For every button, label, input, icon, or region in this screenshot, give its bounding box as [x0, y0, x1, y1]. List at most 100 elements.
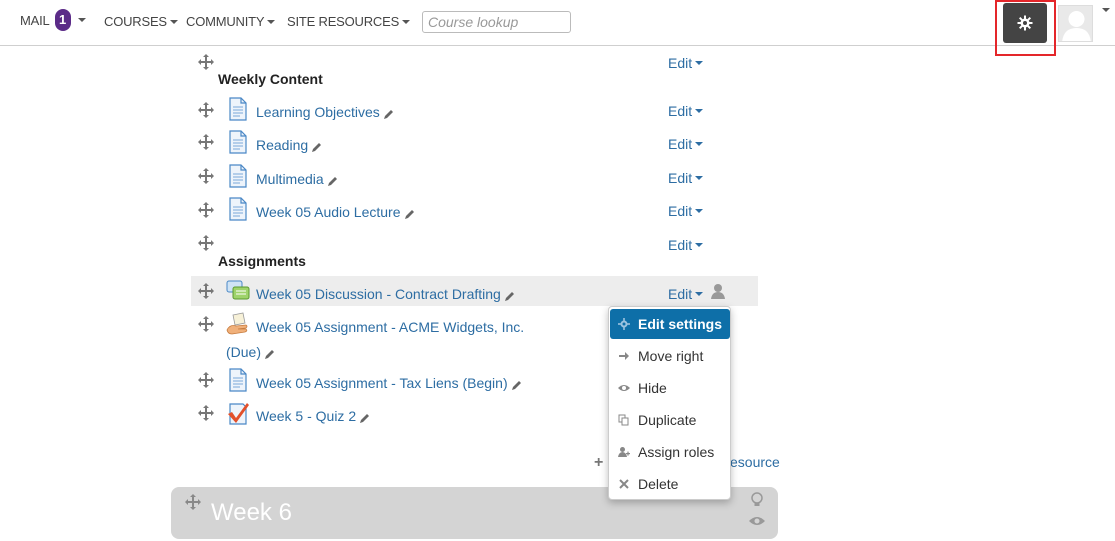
section-title-weekly-content: Weekly Content [218, 71, 323, 87]
activity-link[interactable]: Learning Objectives [256, 104, 395, 120]
edit-label: Edit [668, 103, 693, 119]
move-icon[interactable] [198, 235, 214, 251]
menu-item-delete[interactable]: Delete [610, 469, 730, 499]
courses-label: COURSES [104, 14, 167, 29]
chevron-down-icon [695, 176, 704, 180]
community-menu[interactable]: COMMUNITY [186, 14, 276, 29]
activity-title: Week 05 Discussion - Contract Drafting [256, 286, 501, 302]
eye-icon [618, 385, 630, 391]
chevron-down-icon [695, 243, 704, 247]
edit-menu-trigger[interactable]: Edit [668, 136, 704, 152]
activity-link-continued[interactable]: (Due) [226, 344, 276, 360]
menu-item-move-right[interactable]: Move right [610, 341, 730, 371]
activity-title-continued: (Due) [226, 344, 262, 360]
menu-item-label: Duplicate [638, 412, 697, 428]
quiz-icon [228, 403, 249, 425]
gear-highlight-box [995, 0, 1056, 56]
mail-label: MAIL [20, 12, 50, 28]
move-icon[interactable] [185, 494, 201, 510]
site-resources-menu[interactable]: SITE RESOURCES [287, 14, 411, 29]
move-icon[interactable] [198, 54, 214, 70]
edit-menu-trigger[interactable]: Edit [668, 55, 704, 71]
edit-menu-trigger-open[interactable]: Edit [668, 286, 704, 302]
add-resource-label: esource [730, 454, 780, 470]
activity-title: Week 05 Assignment - ACME Widgets, Inc. [256, 319, 525, 335]
chevron-down-icon [402, 19, 411, 24]
move-icon[interactable] [198, 316, 214, 332]
menu-item-duplicate[interactable]: Duplicate [610, 405, 730, 435]
menu-item-hide[interactable]: Hide [610, 373, 730, 403]
week6-title: Week 6 [211, 499, 292, 526]
activity-title: Week 05 Assignment - Tax Liens (Begin) [256, 375, 508, 391]
activity-link[interactable]: Reading [256, 137, 323, 153]
chevron-down-icon [695, 142, 704, 146]
page-icon [229, 197, 247, 221]
edit-menu-trigger[interactable]: Edit [668, 237, 704, 253]
activity-title: Week 5 - Quiz 2 [256, 408, 357, 424]
activity-title: Multimedia [256, 171, 324, 187]
close-icon [619, 479, 629, 489]
menu-item-label: Edit settings [638, 316, 723, 332]
edit-label: Edit [668, 136, 693, 152]
page-icon [229, 368, 247, 392]
edit-menu-trigger[interactable]: Edit [668, 103, 704, 119]
user-icon[interactable] [710, 283, 726, 299]
site-resources-label: SITE RESOURCES [287, 14, 400, 29]
edit-label: Edit [668, 55, 693, 71]
chevron-down-icon [267, 19, 276, 24]
edit-label: Edit [668, 286, 693, 302]
chevron-down-icon [695, 109, 704, 113]
mail-menu[interactable]: MAIL 1 [20, 9, 86, 31]
menu-item-edit-settings[interactable]: Edit settings [610, 309, 730, 339]
mail-count-badge: 1 [54, 9, 71, 31]
copy-icon [618, 414, 629, 426]
chevron-down-icon [169, 19, 178, 24]
edit-menu-trigger[interactable]: Edit [668, 170, 704, 186]
activity-link[interactable]: Week 05 Discussion - Contract Drafting [256, 286, 516, 302]
move-icon[interactable] [198, 283, 214, 299]
forum-icon [226, 280, 250, 300]
move-icon[interactable] [198, 102, 214, 118]
pencil-icon[interactable] [504, 290, 516, 302]
pencil-icon[interactable] [311, 141, 323, 153]
gear-icon [618, 318, 630, 330]
activity-title: Learning Objectives [256, 104, 380, 120]
move-icon[interactable] [198, 202, 214, 218]
activity-link[interactable]: Multimedia [256, 171, 339, 187]
pencil-icon[interactable] [383, 108, 395, 120]
page-icon [229, 164, 247, 188]
edit-label: Edit [668, 203, 693, 219]
chevron-down-icon [695, 292, 704, 296]
avatar[interactable] [1058, 5, 1093, 42]
activity-link[interactable]: Week 05 Assignment - ACME Widgets, Inc. [256, 319, 524, 335]
user-plus-icon [618, 447, 630, 457]
activity-title: Week 05 Audio Lecture [256, 204, 401, 220]
menu-item-label: Delete [638, 476, 679, 492]
chevron-down-icon [695, 61, 704, 65]
activity-link[interactable]: Week 5 - Quiz 2 [256, 408, 371, 424]
lightbulb-icon[interactable] [750, 492, 764, 508]
menu-item-label: Move right [638, 348, 704, 364]
move-icon[interactable] [198, 405, 214, 421]
pencil-icon[interactable] [359, 412, 371, 424]
pencil-icon[interactable] [264, 348, 276, 360]
arrow-right-icon [619, 352, 629, 360]
chevron-down-icon[interactable] [1102, 8, 1110, 12]
activity-link[interactable]: Week 05 Assignment - Tax Liens (Begin) [256, 375, 523, 391]
course-lookup-input[interactable] [422, 11, 571, 33]
eye-icon[interactable] [749, 515, 765, 527]
activity-link[interactable]: Week 05 Audio Lecture [256, 204, 416, 220]
pencil-icon[interactable] [511, 379, 523, 391]
menu-item-label: Assign roles [638, 444, 715, 460]
move-icon[interactable] [198, 168, 214, 184]
pencil-icon[interactable] [404, 208, 416, 220]
section-title-assignments: Assignments [218, 253, 306, 269]
page-icon [229, 130, 247, 154]
edit-menu-trigger[interactable]: Edit [668, 203, 704, 219]
courses-menu[interactable]: COURSES [104, 14, 178, 29]
move-icon[interactable] [198, 134, 214, 150]
page-icon [229, 97, 247, 121]
move-icon[interactable] [198, 372, 214, 388]
menu-item-assign-roles[interactable]: Assign roles [610, 437, 730, 467]
pencil-icon[interactable] [327, 175, 339, 187]
